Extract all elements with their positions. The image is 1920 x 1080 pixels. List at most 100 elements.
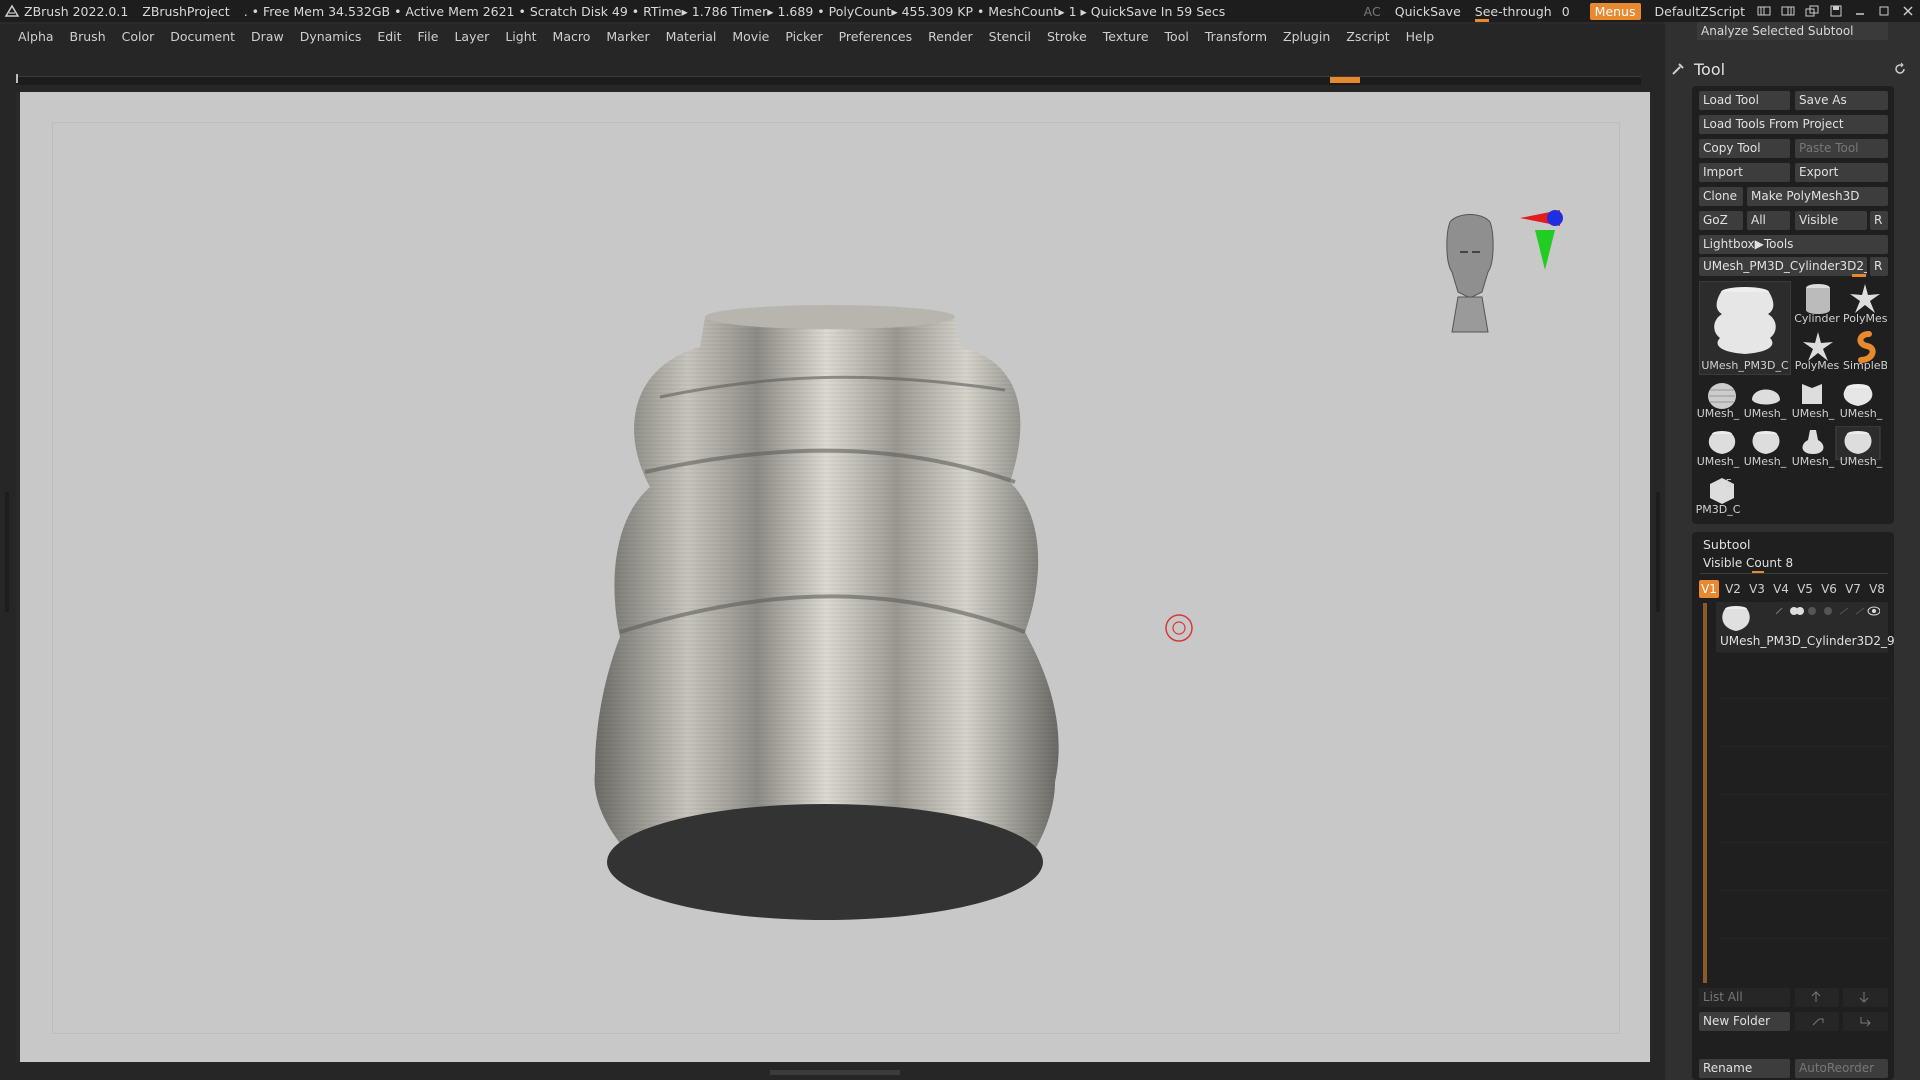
load-tools-from-project-button[interactable]: Load Tools From Project [1699,115,1888,134]
document-canvas[interactable] [20,92,1650,1062]
title-bar-right: AC QuickSave See-through 0 Menus Default… [1357,0,1920,22]
timeline-track[interactable] [16,74,1641,85]
list-all-button[interactable]: List All [1699,988,1790,1007]
tab-v6[interactable]: V6 [1819,580,1839,598]
current-tool-r-button[interactable]: R [1870,257,1888,276]
new-folder-button[interactable]: New Folder [1699,1012,1790,1031]
import-button[interactable]: Import [1699,163,1790,182]
menu-color[interactable]: Color [122,29,155,44]
star-icon [1850,284,1880,313]
tab-v7[interactable]: V7 [1843,580,1863,598]
minimize-icon[interactable] [1853,5,1867,17]
goz-visible-button[interactable]: Visible [1795,211,1867,230]
load-tool-button[interactable]: Load Tool [1699,91,1790,110]
tool-palette-header[interactable]: Tool [1670,58,1915,80]
tab-v4[interactable]: V4 [1771,580,1791,598]
folder-out-icon [1860,1017,1871,1027]
menu-macro[interactable]: Macro [553,29,591,44]
folder-in-icon [1812,1018,1824,1026]
refresh-icon[interactable] [1893,62,1907,76]
navigation-gizmo[interactable] [1446,210,1563,333]
menu-zscript[interactable]: Zscript [1346,29,1389,44]
goz-button[interactable]: GoZ [1699,211,1743,230]
menus-toggle-button[interactable]: Menus [1589,2,1641,20]
tool-palette-title: Tool [1694,59,1726,79]
tab-v3[interactable]: V3 [1747,580,1767,598]
move-down-button[interactable] [1843,988,1888,1007]
menu-edit[interactable]: Edit [377,29,401,44]
window-stack-icon[interactable] [1805,5,1819,17]
copy-tool-button[interactable]: Copy Tool [1699,139,1790,158]
menu-help[interactable]: Help [1406,29,1435,44]
move-up-button[interactable] [1795,988,1839,1007]
menu-transform[interactable]: Transform [1205,29,1267,44]
current-tool-slider-knob[interactable] [1852,274,1866,277]
folder-out-button[interactable] [1843,1012,1888,1031]
analyze-subtool-button[interactable]: Analyze Selected Subtool [1697,22,1888,40]
tab-v2[interactable]: V2 [1723,580,1743,598]
layout-left-icon[interactable] [1757,5,1771,17]
viewport-3d[interactable] [20,92,1650,1062]
menu-dynamics[interactable]: Dynamics [300,29,362,44]
menu-tool[interactable]: Tool [1165,29,1189,44]
arrow-up-icon [1811,991,1821,1002]
close-icon[interactable] [1901,5,1915,17]
right-tray-handle[interactable] [1656,492,1660,612]
menu-material[interactable]: Material [666,29,717,44]
vase-model[interactable] [594,305,1059,920]
subtool-row-divider [1718,842,1890,843]
eye-icon [1867,606,1880,616]
menu-render[interactable]: Render [928,29,973,44]
maximize-icon[interactable] [1877,5,1891,17]
menu-stencil[interactable]: Stencil [989,29,1031,44]
menu-alpha[interactable]: Alpha [18,29,54,44]
bottom-tray-handle[interactable] [770,1070,900,1075]
save-as-button[interactable]: Save As [1795,91,1888,110]
cylinder-tool-label: Cylinder [1794,312,1840,325]
menu-zplugin[interactable]: Zplugin [1283,29,1330,44]
menu-brush[interactable]: Brush [70,29,106,44]
subtool-row-active[interactable]: UMesh_PM3D_Cylinder3D2_9 [1716,602,1895,652]
seethrough-slider[interactable]: See-through 0 [1474,4,1576,22]
clone-button[interactable]: Clone [1699,187,1743,206]
goz-r-button[interactable]: R [1870,211,1888,230]
layout-right-icon[interactable] [1781,5,1795,17]
vase-base [607,804,1043,920]
quicksave-button[interactable]: QuickSave [1395,4,1461,19]
menu-preferences[interactable]: Preferences [839,29,913,44]
subtool-list-scrollbar[interactable] [1703,603,1707,983]
timeline-marker[interactable] [1330,77,1360,83]
paste-tool-button[interactable]: Paste Tool [1795,139,1888,158]
ac-label[interactable]: AC [1364,4,1381,19]
menu-stroke[interactable]: Stroke [1047,29,1087,44]
rename-button[interactable]: Rename [1699,1059,1790,1078]
export-button[interactable]: Export [1795,163,1888,182]
menu-light[interactable]: Light [505,29,536,44]
menu-marker[interactable]: Marker [606,29,649,44]
folder-in-button[interactable] [1795,1012,1839,1031]
menu-picker[interactable]: Picker [785,29,822,44]
tab-v8[interactable]: V8 [1867,580,1887,598]
subtool-title[interactable]: Subtool [1703,537,1750,552]
current-tool-slider[interactable]: UMesh_PM3D_Cylinder3D2_9 [1699,257,1867,276]
autoreorder-button[interactable]: AutoReorder [1795,1059,1888,1078]
menu-movie[interactable]: Movie [732,29,769,44]
simplebrush-tool-label: SimpleB [1843,359,1887,372]
tab-v5[interactable]: V5 [1795,580,1815,598]
menu-document[interactable]: Document [170,29,235,44]
goz-all-button[interactable]: All [1747,211,1790,230]
visible-count-slider[interactable]: Visible Count 8 [1699,554,1888,573]
subtool-row-controls[interactable] [1770,604,1880,618]
subtool-item-name: UMesh_PM3D_Cylinder3D2_9 [1720,634,1895,648]
window-save-icon[interactable] [1829,5,1843,17]
menu-layer[interactable]: Layer [454,29,489,44]
make-polymesh3d-button[interactable]: Make PolyMesh3D [1747,187,1888,206]
menu-texture[interactable]: Texture [1103,29,1149,44]
left-tray-handle[interactable] [5,492,9,612]
menu-file[interactable]: File [418,29,439,44]
menu-draw[interactable]: Draw [251,29,284,44]
tab-v1[interactable]: V1 [1699,580,1719,598]
lightbox-tools-button[interactable]: Lightbox▶Tools [1699,235,1888,254]
tool-brush-icon [1672,63,1684,75]
default-zscript-button[interactable]: DefaultZScript [1655,4,1746,19]
